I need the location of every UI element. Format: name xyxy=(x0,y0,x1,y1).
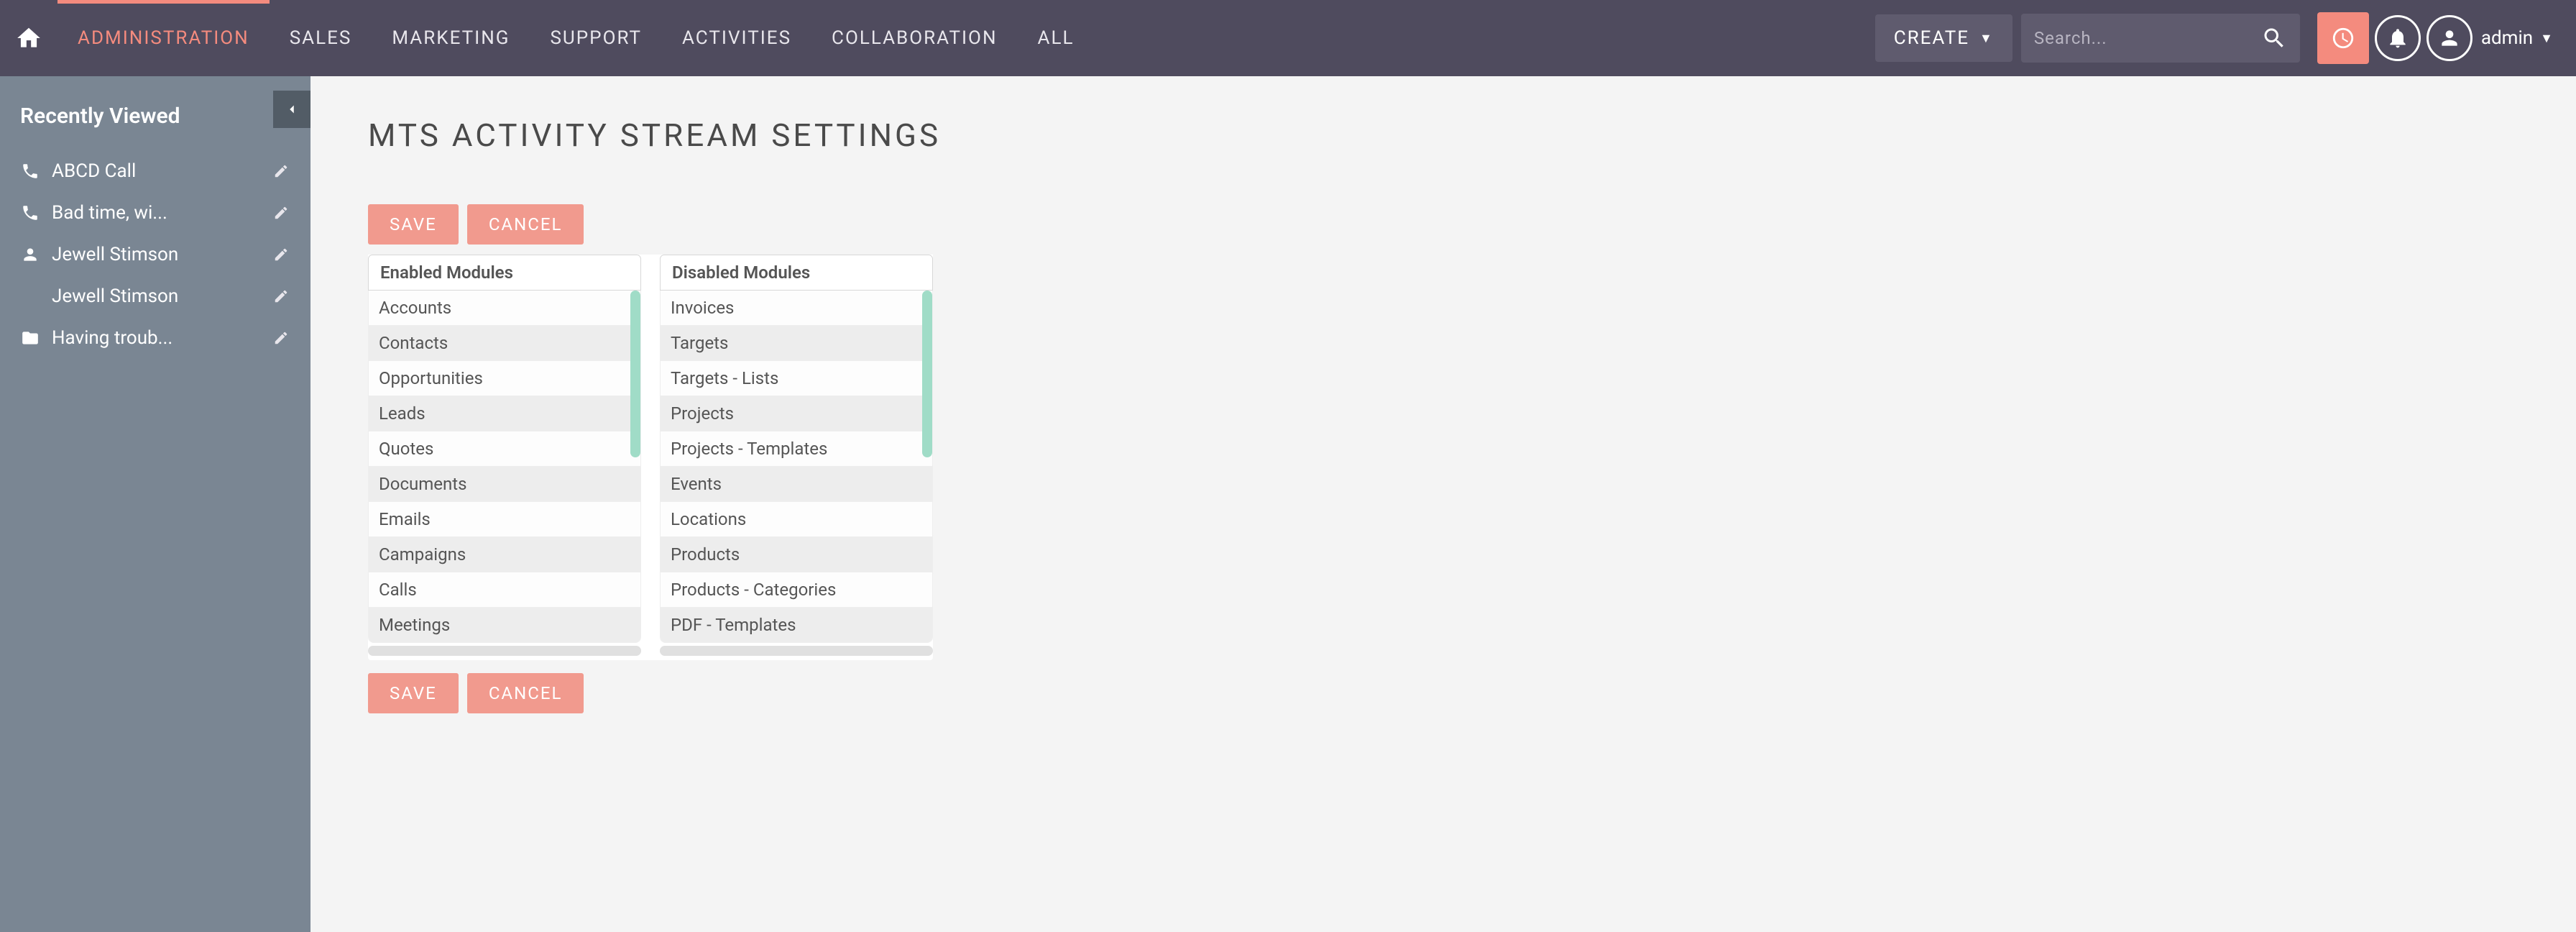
module-item[interactable]: Targets - Lists xyxy=(661,361,932,396)
edit-icon[interactable] xyxy=(273,163,290,180)
module-config-card: Enabled Modules Accounts Contacts Opport… xyxy=(368,255,933,660)
module-item[interactable]: Emails xyxy=(369,502,640,537)
nav-item-sales[interactable]: SALES xyxy=(270,0,372,76)
recent-item[interactable]: ABCD Call xyxy=(0,150,310,192)
save-button[interactable]: SAVE xyxy=(368,673,459,713)
clock-icon xyxy=(2331,26,2355,50)
chevron-left-icon xyxy=(284,101,300,117)
module-item[interactable]: Contacts xyxy=(369,326,640,361)
blank-icon xyxy=(20,286,40,306)
button-row-top: SAVE CANCEL xyxy=(368,204,2518,245)
module-item[interactable]: Projects - Templates xyxy=(661,431,932,467)
person-icon xyxy=(2438,27,2461,50)
recent-item-label: Jewell Stimson xyxy=(52,244,262,265)
user-label: admin xyxy=(2481,27,2533,49)
caret-down-icon: ▼ xyxy=(1979,31,1994,46)
module-item[interactable]: Opportunities xyxy=(369,361,640,396)
nav-item-marketing[interactable]: MARKETING xyxy=(372,0,530,76)
user-avatar[interactable] xyxy=(2426,15,2472,61)
edit-icon[interactable] xyxy=(273,288,290,305)
recent-item-label: Having troub... xyxy=(52,327,262,349)
module-item[interactable]: Leads xyxy=(369,396,640,431)
folder-icon xyxy=(20,328,40,348)
module-item[interactable]: Targets xyxy=(661,326,932,361)
create-button[interactable]: CREATE ▼ xyxy=(1875,14,2012,62)
scrollbar-horizontal[interactable] xyxy=(660,646,933,656)
recent-item[interactable]: Having troub... xyxy=(0,317,310,359)
search-input[interactable] xyxy=(2034,28,2261,48)
scrollbar-vertical[interactable] xyxy=(630,291,640,457)
person-icon xyxy=(20,245,40,265)
enabled-modules-column: Enabled Modules Accounts Contacts Opport… xyxy=(368,255,641,656)
module-item[interactable]: Quotes xyxy=(369,431,640,467)
phone-icon xyxy=(20,161,40,181)
clock-button[interactable] xyxy=(2317,12,2369,64)
save-button[interactable]: SAVE xyxy=(368,204,459,245)
cancel-button[interactable]: CANCEL xyxy=(467,673,584,713)
nav-items: ADMINISTRATION SALES MARKETING SUPPORT A… xyxy=(58,0,1094,76)
create-label: CREATE xyxy=(1894,27,1969,49)
sidebar-collapse-button[interactable] xyxy=(273,91,310,128)
module-item[interactable]: Projects xyxy=(661,396,932,431)
recent-item[interactable]: Jewell Stimson xyxy=(0,275,310,317)
top-nav: ADMINISTRATION SALES MARKETING SUPPORT A… xyxy=(0,0,2576,76)
scrollbar-horizontal[interactable] xyxy=(368,646,641,656)
button-row-bottom: SAVE CANCEL xyxy=(368,673,2518,713)
module-item[interactable]: Accounts xyxy=(369,291,640,326)
recent-item-label: ABCD Call xyxy=(52,160,262,182)
module-item[interactable]: Products - Categories xyxy=(661,572,932,608)
nav-item-all[interactable]: ALL xyxy=(1018,0,1095,76)
module-item[interactable]: Campaigns xyxy=(369,537,640,572)
nav-item-activities[interactable]: ACTIVITIES xyxy=(662,0,811,76)
recent-item-label: Jewell Stimson xyxy=(52,285,262,307)
recent-item[interactable]: Bad time, wi... xyxy=(0,192,310,234)
nav-item-support[interactable]: SUPPORT xyxy=(530,0,662,76)
scrollbar-vertical[interactable] xyxy=(922,291,932,457)
module-item[interactable]: Documents xyxy=(369,467,640,502)
main-content: MTS ACTIVITY STREAM SETTINGS SAVE CANCEL… xyxy=(310,76,2576,932)
edit-icon[interactable] xyxy=(273,204,290,221)
home-button[interactable] xyxy=(0,0,58,76)
disabled-modules-list[interactable]: Invoices Targets Targets - Lists Project… xyxy=(660,291,933,643)
search-icon[interactable] xyxy=(2261,25,2287,51)
module-lists: Enabled Modules Accounts Contacts Opport… xyxy=(368,255,933,656)
nav-item-administration[interactable]: ADMINISTRATION xyxy=(58,0,270,76)
module-item[interactable]: Calls xyxy=(369,572,640,608)
recent-item[interactable]: Jewell Stimson xyxy=(0,234,310,275)
enabled-modules-list[interactable]: Accounts Contacts Opportunities Leads Qu… xyxy=(368,291,641,643)
caret-down-icon: ▼ xyxy=(2540,31,2553,46)
nav-item-collaboration[interactable]: COLLABORATION xyxy=(811,0,1017,76)
module-item[interactable]: PDF - Templates xyxy=(661,608,932,643)
sidebar-title: Recently Viewed xyxy=(0,98,310,150)
module-item[interactable]: Meetings xyxy=(369,608,640,643)
enabled-modules-header: Enabled Modules xyxy=(368,255,641,291)
phone-icon xyxy=(20,203,40,223)
user-menu[interactable]: admin ▼ xyxy=(2481,27,2564,49)
bell-icon xyxy=(2386,27,2409,50)
notifications-button[interactable] xyxy=(2375,15,2421,61)
recent-item-label: Bad time, wi... xyxy=(52,202,262,224)
module-item[interactable]: Events xyxy=(661,467,932,502)
module-item[interactable]: Locations xyxy=(661,502,932,537)
edit-icon[interactable] xyxy=(273,329,290,347)
module-item[interactable]: Products xyxy=(661,537,932,572)
disabled-modules-header: Disabled Modules xyxy=(660,255,933,291)
disabled-modules-column: Disabled Modules Invoices Targets Target… xyxy=(660,255,933,656)
page-title: MTS ACTIVITY STREAM SETTINGS xyxy=(368,116,2518,154)
module-item[interactable]: Invoices xyxy=(661,291,932,326)
edit-icon[interactable] xyxy=(273,246,290,263)
home-icon xyxy=(15,24,42,52)
sidebar: Recently Viewed ABCD Call Bad time, wi..… xyxy=(0,76,310,932)
search-box[interactable] xyxy=(2021,14,2300,63)
cancel-button[interactable]: CANCEL xyxy=(467,204,584,245)
